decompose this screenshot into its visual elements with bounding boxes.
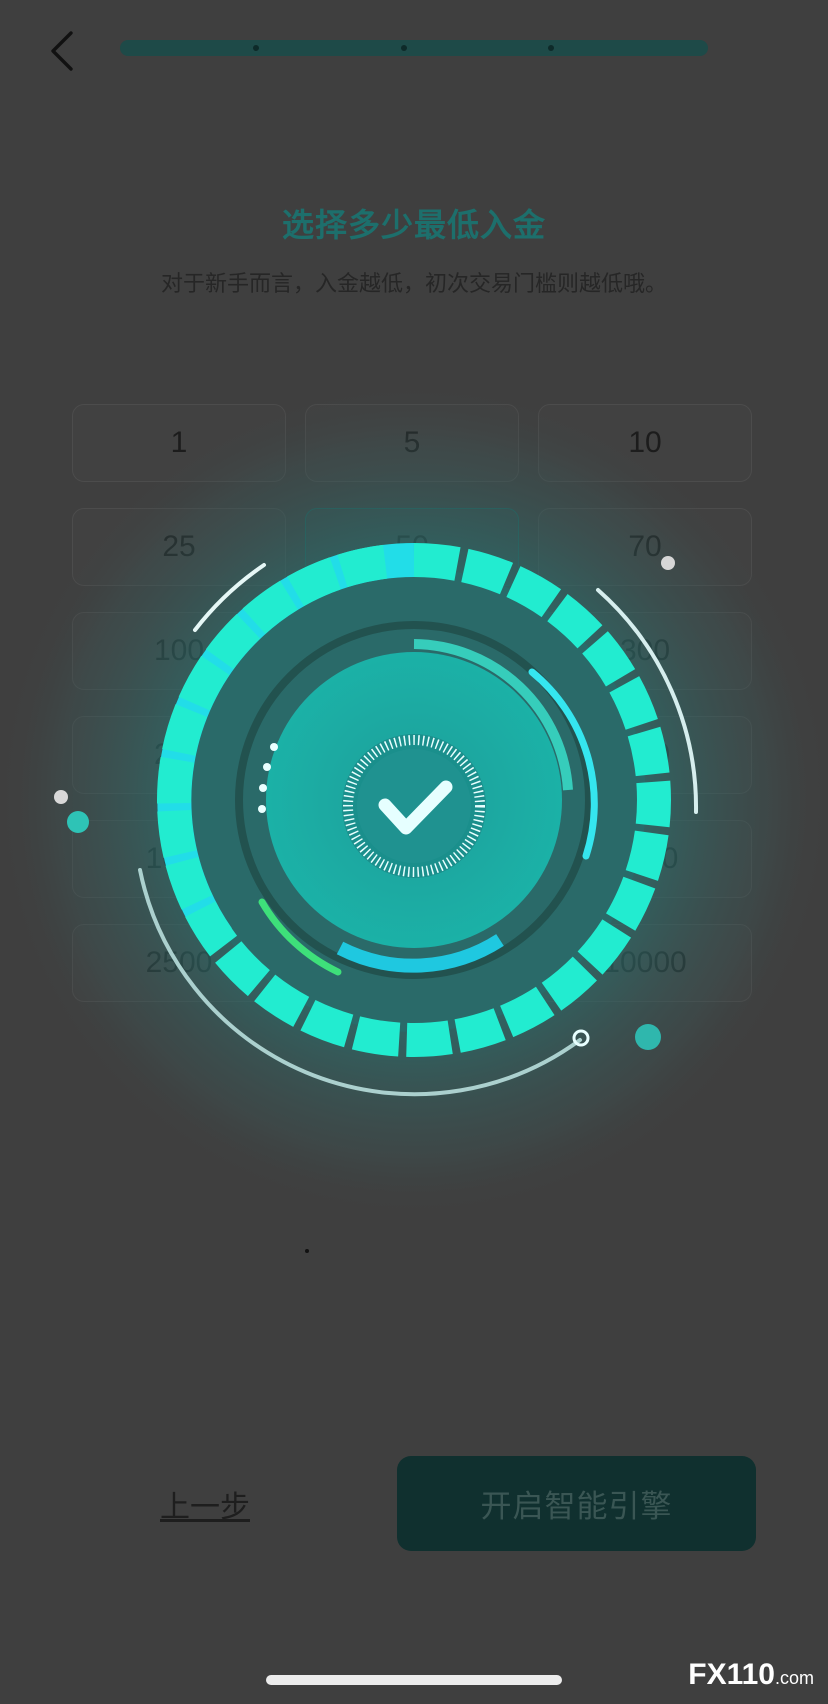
progress-step-dot — [548, 45, 554, 51]
deposit-option[interactable]: 100 — [72, 612, 286, 690]
floating-dot — [54, 790, 68, 804]
watermark-brand: FX110 — [688, 1658, 775, 1691]
page-subtitle: 对于新手而言，入金越低，初次交易门槛则越低哦。 — [160, 271, 667, 296]
deposit-option[interactable]: 10000 — [538, 924, 752, 1002]
progress-step-dot — [253, 45, 259, 51]
deposit-option[interactable]: 500 — [305, 716, 519, 794]
progress-step-dot — [401, 45, 407, 51]
deposit-option[interactable]: 400 — [538, 716, 752, 794]
chevron-left-icon — [51, 31, 73, 71]
deposit-option[interactable]: 25 — [72, 508, 286, 586]
deposit-option[interactable]: 5000 — [305, 924, 519, 1002]
arc-end-node — [572, 1029, 590, 1047]
deposit-option[interactable]: 2500 — [305, 820, 519, 898]
deposit-option[interactable]: 1000 — [72, 820, 286, 898]
page-title: 选择多少最低入金 — [281, 207, 546, 243]
back-button[interactable] — [40, 26, 84, 76]
previous-step-button[interactable]: 上一步 — [150, 1480, 260, 1528]
deposit-option[interactable]: 300 — [538, 612, 752, 690]
overlay-glow — [0, 380, 828, 1220]
watermark: FX110 .com — [688, 1658, 814, 1692]
deposit-option[interactable]: 200 — [72, 716, 286, 794]
deposit-option[interactable]: 150 — [305, 612, 519, 690]
home-indicator[interactable] — [266, 1675, 562, 1685]
indicator-dot — [258, 805, 266, 813]
deposit-option[interactable]: 10 — [538, 404, 752, 482]
deposit-option[interactable]: 1 — [72, 404, 286, 482]
deposit-option[interactable]: 2500 — [72, 924, 286, 1002]
deposit-option[interactable]: 70 — [538, 508, 752, 586]
start-engine-button[interactable]: 开启智能引擎 — [397, 1456, 756, 1551]
deposit-option[interactable]: 2000 — [538, 820, 752, 898]
floating-dot — [635, 1024, 661, 1050]
stray-dot — [305, 1249, 309, 1253]
core-disc — [266, 652, 562, 948]
deposit-option[interactable]: 5 — [305, 404, 519, 482]
watermark-suffix: .com — [774, 1668, 814, 1688]
deposit-option-selected[interactable]: 50 — [305, 508, 519, 586]
step-progress-bar — [120, 40, 708, 56]
